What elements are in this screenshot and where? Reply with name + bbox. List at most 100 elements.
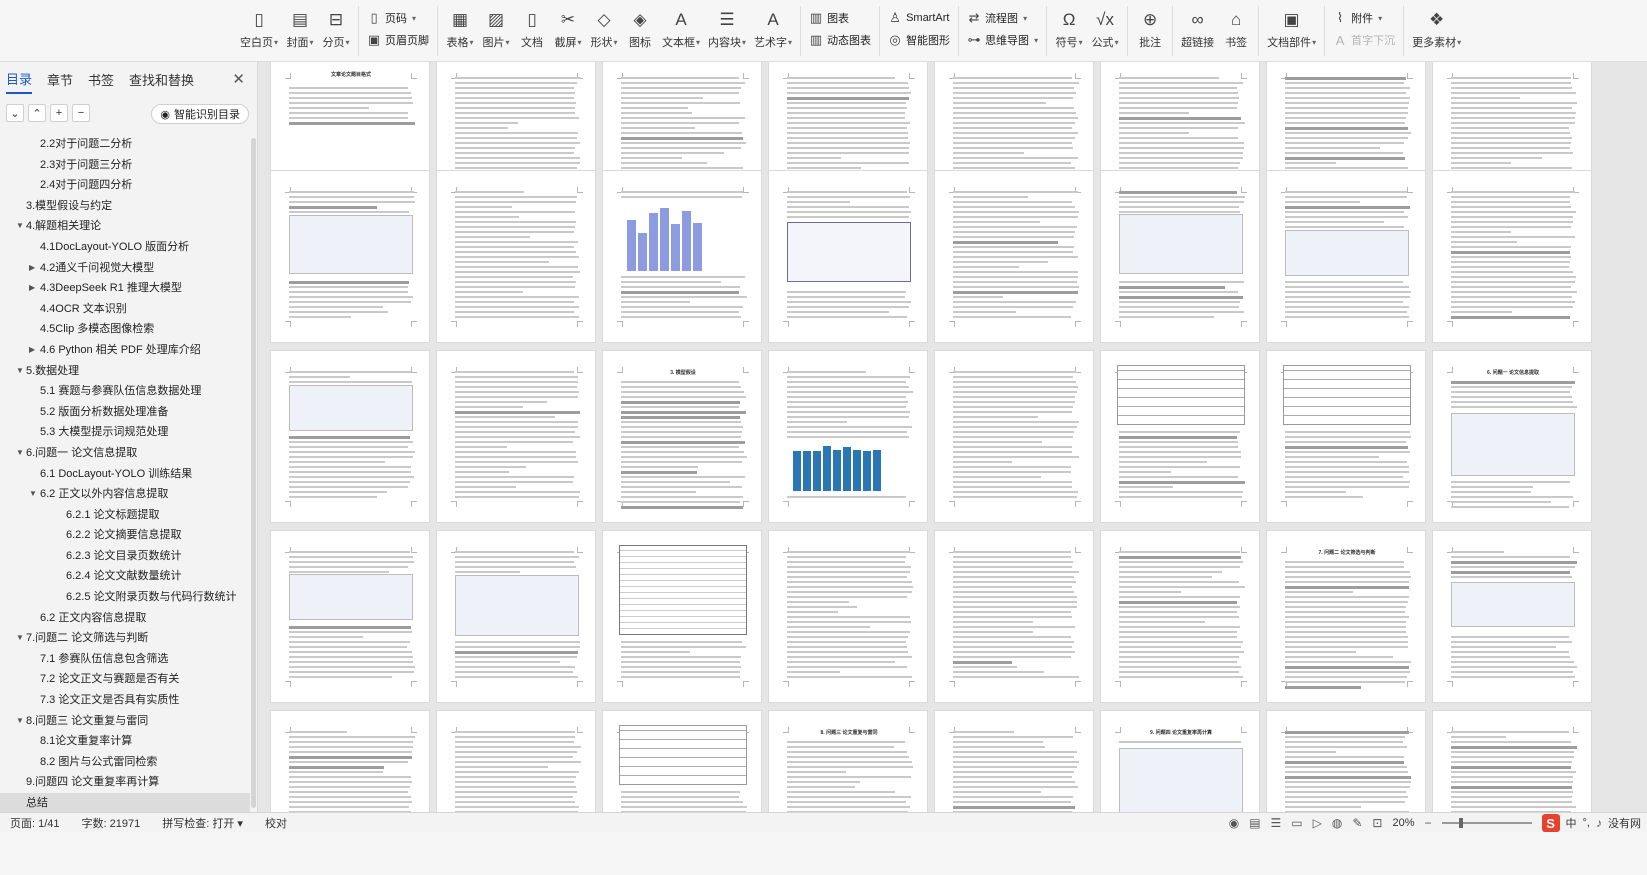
wordart-button[interactable]: A 艺术字 ▾ xyxy=(750,6,796,54)
page-thumbnail[interactable]: 3. 模型假设 xyxy=(602,350,762,523)
page-thumbnail[interactable] xyxy=(1432,710,1592,812)
expanded-arrow-icon[interactable]: ▼ xyxy=(16,628,24,649)
page-thumbnail[interactable] xyxy=(602,170,762,343)
page-break-button[interactable]: ⊟ 分页 ▾ xyxy=(318,6,354,54)
flowchart-button[interactable]: ⇄ 流程图 ▾ xyxy=(967,8,1038,28)
web-view-icon[interactable]: ▭ xyxy=(1291,816,1302,830)
screenshot-button[interactable]: ✂ 截屏 ▾ xyxy=(550,6,586,54)
collapsed-arrow-icon[interactable]: ▶ xyxy=(29,340,35,361)
page-thumbnail[interactable] xyxy=(436,350,596,523)
toc-item[interactable]: 6.2.2 论文摘要信息提取 xyxy=(0,525,250,546)
toc-item[interactable]: ▼ 7.问题二 论文筛选与判断 xyxy=(0,628,250,649)
page-thumbnail[interactable] xyxy=(768,530,928,703)
page-thumbnail[interactable] xyxy=(1266,170,1426,343)
toc-item[interactable]: ▼ 6.问题一 论文信息提取 xyxy=(0,443,250,464)
page-thumbnail[interactable] xyxy=(1432,170,1592,343)
page-thumbnail[interactable] xyxy=(270,710,430,812)
toc-item[interactable]: 2.4对于问题四分析 xyxy=(0,175,250,196)
expanded-arrow-icon[interactable]: ▼ xyxy=(29,484,37,505)
attachment-button[interactable]: ⌇ 附件 ▾ xyxy=(1333,8,1395,28)
toc-item[interactable]: 5.3 大模型提示词规范处理 xyxy=(0,422,250,443)
page-thumbnail[interactable] xyxy=(1100,350,1260,523)
input-method-indicator[interactable]: S 中 °, ♪ 没有网 xyxy=(1541,814,1641,832)
zoom-level[interactable]: 20% xyxy=(1392,817,1414,829)
page-thumbnail[interactable] xyxy=(270,170,430,343)
smart-toc-button[interactable]: ◉ 智能识别目录 xyxy=(151,104,249,124)
page-thumbnail[interactable] xyxy=(934,170,1094,343)
expand-up-button[interactable]: ⌃ xyxy=(28,104,46,122)
hyperlink-button[interactable]: ∞ 超链接 xyxy=(1177,6,1218,54)
blank-page-button[interactable]: ▯ 空白页 ▾ xyxy=(236,6,282,54)
toc-item[interactable]: ▼ 6.2 正文以外内容信息提取 xyxy=(0,484,250,505)
page-thumbnail[interactable] xyxy=(1100,170,1260,343)
toc-scrollbar[interactable] xyxy=(251,138,256,808)
drop-cap-button[interactable]: A 首字下沉 xyxy=(1333,30,1395,50)
expanded-arrow-icon[interactable]: ▼ xyxy=(16,443,24,464)
page-thumbnail[interactable]: 7. 问题二 论文筛选与判断 xyxy=(1266,530,1426,703)
smartart-button[interactable]: ♙ SmartArt xyxy=(888,8,950,28)
page-thumbnail[interactable]: 8. 问题三 论文重复与雷同 xyxy=(768,710,928,812)
toc-item[interactable]: 9.问题四 论文重复率再计算 xyxy=(0,772,250,793)
add-heading-button[interactable]: + xyxy=(50,104,68,122)
toc-item[interactable]: 3.模型假设与约定 xyxy=(0,196,250,217)
content-block-button[interactable]: ☰ 内容块 ▾ xyxy=(704,6,750,54)
toc-item[interactable]: ▼ 5.数据处理 xyxy=(0,361,250,382)
toc-item[interactable]: 7.2 论文正文与赛题是否有关 xyxy=(0,669,250,690)
zoom-out-icon[interactable]: − xyxy=(1425,816,1432,830)
chart-button[interactable]: ▥ 图表 xyxy=(809,8,871,28)
toc-item[interactable]: ▼ 8.问题三 论文重复与雷同 xyxy=(0,711,250,732)
page-thumbnail[interactable] xyxy=(1266,710,1426,812)
mindmap-button[interactable]: ⊶ 思维导图 ▾ xyxy=(967,30,1039,50)
toc-item[interactable]: 6.2.3 论文目录页数统计 xyxy=(0,546,250,567)
play-icon[interactable]: ▷ xyxy=(1313,816,1322,830)
expanded-arrow-icon[interactable]: ▼ xyxy=(16,216,24,237)
page-thumbnail[interactable] xyxy=(1432,530,1592,703)
table-button[interactable]: ▦ 表格 ▾ xyxy=(442,6,478,54)
page-number-button[interactable]: ▯ 页码 ▾ xyxy=(367,8,429,28)
page-thumbnail[interactable] xyxy=(270,350,430,523)
toc-item[interactable]: 5.1 赛题与参赛队伍信息数据处理 xyxy=(0,381,250,402)
word-count[interactable]: 字数: 21971 xyxy=(82,815,141,831)
page-view-icon[interactable]: ▤ xyxy=(1249,816,1260,830)
picture-button[interactable]: ▨ 图片 ▾ xyxy=(478,6,514,54)
toc-item[interactable]: ▶ 4.3DeepSeek R1 推理大模型 xyxy=(0,278,250,299)
toc-item[interactable]: 5.2 版面分析数据处理准备 xyxy=(0,402,250,423)
toc-item[interactable]: 6.2 正文内容信息提取 xyxy=(0,608,250,629)
page-thumbnail[interactable] xyxy=(436,710,596,812)
toc-item[interactable]: 8.2 图片与公式雷同检索 xyxy=(0,752,250,773)
toc-item[interactable]: ▶ 4.2通义千问视觉大模型 xyxy=(0,258,250,279)
smart-shape-button[interactable]: ◎ 智能图形 xyxy=(888,30,950,50)
toc-item[interactable]: ▶ 4.6 Python 相关 PDF 处理库介绍 xyxy=(0,340,250,361)
spell-check-toggle[interactable]: 拼写检查: 打开 ▾ xyxy=(162,815,243,831)
icon-button[interactable]: ◈ 图标 xyxy=(622,6,658,54)
zoom-slider-thumb[interactable] xyxy=(1458,818,1463,828)
page-thumbnail[interactable] xyxy=(768,170,928,343)
toc-item[interactable]: 6.2.4 论文文献数量统计 xyxy=(0,566,250,587)
fit-page-icon[interactable]: ⊡ xyxy=(1372,816,1382,830)
shape-button[interactable]: ◇ 形状 ▾ xyxy=(586,6,622,54)
zoom-slider[interactable] xyxy=(1441,818,1532,828)
document-button[interactable]: ▯ 文档 xyxy=(514,6,550,54)
bookmark-button[interactable]: ⌂ 书签 xyxy=(1218,6,1254,54)
collapsed-arrow-icon[interactable]: ▶ xyxy=(29,258,35,279)
toc-item[interactable]: 8.1论文重复率计算 xyxy=(0,731,250,752)
toc-item[interactable]: 4.4OCR 文本识别 xyxy=(0,299,250,320)
page-thumbnail[interactable] xyxy=(1266,350,1426,523)
close-icon[interactable]: ✕ xyxy=(232,70,245,88)
more-materials-button[interactable]: ❖ 更多素材 ▾ xyxy=(1408,6,1465,54)
collapsed-arrow-icon[interactable]: ▶ xyxy=(29,278,35,299)
toc-item[interactable]: 6.2.1 论文标题提取 xyxy=(0,505,250,526)
proofread-button[interactable]: 校对 xyxy=(265,815,287,831)
toc-item[interactable]: 7.1 参赛队伍信息包含筛选 xyxy=(0,649,250,670)
page-thumbnail-canvas[interactable]: 文章论文题目格式 3. 模型假设 6. 问题一 论文信息提取 7. 问题二 论文筛选与… xyxy=(258,62,1647,812)
toc-item[interactable]: 4.1DocLayout-YOLO 版面分析 xyxy=(0,237,250,258)
expanded-arrow-icon[interactable]: ▼ xyxy=(16,361,24,382)
page-thumbnail[interactable] xyxy=(602,710,762,812)
page-thumbnail[interactable] xyxy=(270,530,430,703)
page-thumbnail[interactable] xyxy=(602,530,762,703)
dynamic-chart-button[interactable]: ▥ 动态图表 xyxy=(809,30,871,50)
toc-item[interactable]: 2.2对于问题二分析 xyxy=(0,134,250,155)
toc-item[interactable]: 6.1 DocLayout-YOLO 训练结果 xyxy=(0,464,250,485)
tab-toc[interactable]: 目录 xyxy=(6,65,33,94)
toc-item[interactable]: 7.3 论文正文是否具有实质性 xyxy=(0,690,250,711)
